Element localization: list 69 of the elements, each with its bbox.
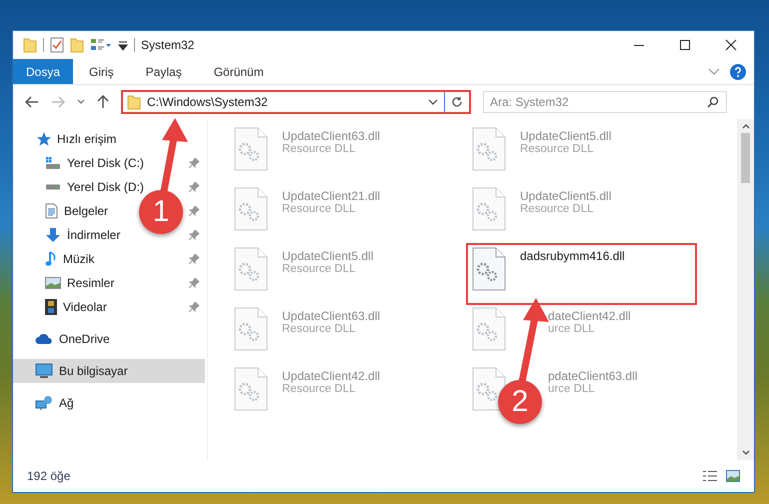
refresh-icon[interactable] bbox=[451, 96, 463, 108]
file-type: urce DLL bbox=[548, 383, 596, 395]
file-name: UpdateClient63.dll bbox=[282, 309, 380, 323]
network-icon bbox=[35, 395, 53, 411]
up-arrow-icon[interactable] bbox=[97, 95, 109, 109]
address-bar[interactable]: C:\Windows\System32 bbox=[121, 90, 471, 114]
sidebar-item[interactable]: Yerel Disk (C:) bbox=[67, 156, 144, 170]
sidebar-item[interactable]: Resimler bbox=[67, 276, 114, 290]
folder-icon bbox=[127, 94, 141, 110]
large-icons-view-icon[interactable] bbox=[726, 470, 740, 482]
monitor-icon bbox=[35, 363, 53, 379]
address-path: C:\Windows\System32 bbox=[147, 95, 269, 109]
ribbon-tab[interactable]: Görünüm bbox=[198, 59, 280, 84]
file-type: Resource DLL bbox=[282, 143, 357, 155]
maximize-icon bbox=[679, 39, 691, 51]
expand-ribbon-icon[interactable] bbox=[708, 68, 720, 76]
file-type: Resource DLL bbox=[282, 383, 357, 395]
file-type: Resource DLL bbox=[282, 203, 357, 215]
sidebar-item[interactable]: Belgeler bbox=[64, 204, 108, 218]
sidebar-item[interactable]: Müzik bbox=[63, 252, 94, 266]
picture-icon bbox=[45, 277, 61, 289]
sidebar-item[interactable]: Ağ bbox=[59, 396, 74, 410]
file-type: urce DLL bbox=[548, 323, 596, 335]
download-arrow-icon bbox=[45, 227, 61, 243]
music-note-icon bbox=[45, 251, 57, 267]
close-icon bbox=[725, 39, 737, 51]
recent-caret-icon[interactable] bbox=[77, 99, 85, 105]
dropdown-caret-icon[interactable] bbox=[428, 98, 438, 106]
sidebar-item[interactable]: OneDrive bbox=[59, 332, 110, 346]
file-name: UpdateClient5.dll bbox=[520, 129, 612, 143]
ribbon-tab[interactable]: Dosya bbox=[13, 59, 73, 84]
scroll-up-icon[interactable] bbox=[742, 123, 750, 129]
file-name: UpdateClient5.dll bbox=[282, 249, 374, 263]
document-icon bbox=[45, 203, 58, 219]
search-field[interactable]: Ara: System32 bbox=[483, 91, 727, 113]
scroll-thumb[interactable] bbox=[741, 133, 750, 183]
scroll-down-icon[interactable] bbox=[742, 450, 750, 456]
details-view-icon[interactable] bbox=[702, 470, 718, 482]
sidebar-item[interactable]: Videolar bbox=[63, 300, 107, 314]
file-type: Resource DLL bbox=[282, 323, 357, 335]
film-strip-icon bbox=[45, 299, 57, 315]
scrollbar[interactable] bbox=[737, 119, 754, 460]
selected-sidebar-item[interactable]: Bu bilgisayar bbox=[13, 359, 205, 383]
file-name: UpdateClient42.dll bbox=[282, 369, 380, 383]
sidebar-item[interactable]: İndirmeler bbox=[67, 228, 120, 242]
file-name: UpdateClient63.dll bbox=[282, 129, 380, 143]
star-icon bbox=[35, 131, 51, 147]
ribbon-tab[interactable]: Paylaş bbox=[130, 59, 198, 84]
back-arrow-icon[interactable] bbox=[25, 96, 39, 108]
file-name: dadsrubymm416.dll bbox=[520, 249, 625, 263]
file-name: pdateClient63.dll bbox=[548, 369, 638, 383]
highlighted-file-item[interactable]: dadsrubymm416.dll bbox=[468, 245, 695, 303]
file-type: Resource DLL bbox=[520, 143, 595, 155]
file-type: Resource DLL bbox=[282, 263, 357, 275]
cloud-icon bbox=[35, 333, 53, 345]
drive-icon bbox=[45, 156, 61, 170]
window-title: System32 bbox=[141, 38, 194, 52]
file-name: UpdateClient5.dll bbox=[520, 189, 612, 203]
view-options-icon[interactable] bbox=[90, 37, 112, 53]
item-count: 192 öğe bbox=[27, 469, 70, 483]
help-icon[interactable] bbox=[730, 64, 746, 80]
file-name: UpdateClient21.dll bbox=[282, 189, 380, 203]
sidebar-label: Bu bilgisayar bbox=[59, 364, 128, 378]
properties-icon[interactable] bbox=[50, 37, 64, 53]
file-name: dateClient42.dll bbox=[548, 309, 631, 323]
ribbon-tab[interactable]: Giriş bbox=[73, 59, 130, 84]
drive-icon bbox=[45, 184, 61, 190]
sidebar-item[interactable]: Hızlı erişim bbox=[57, 132, 116, 146]
file-type: Resource DLL bbox=[520, 203, 595, 215]
